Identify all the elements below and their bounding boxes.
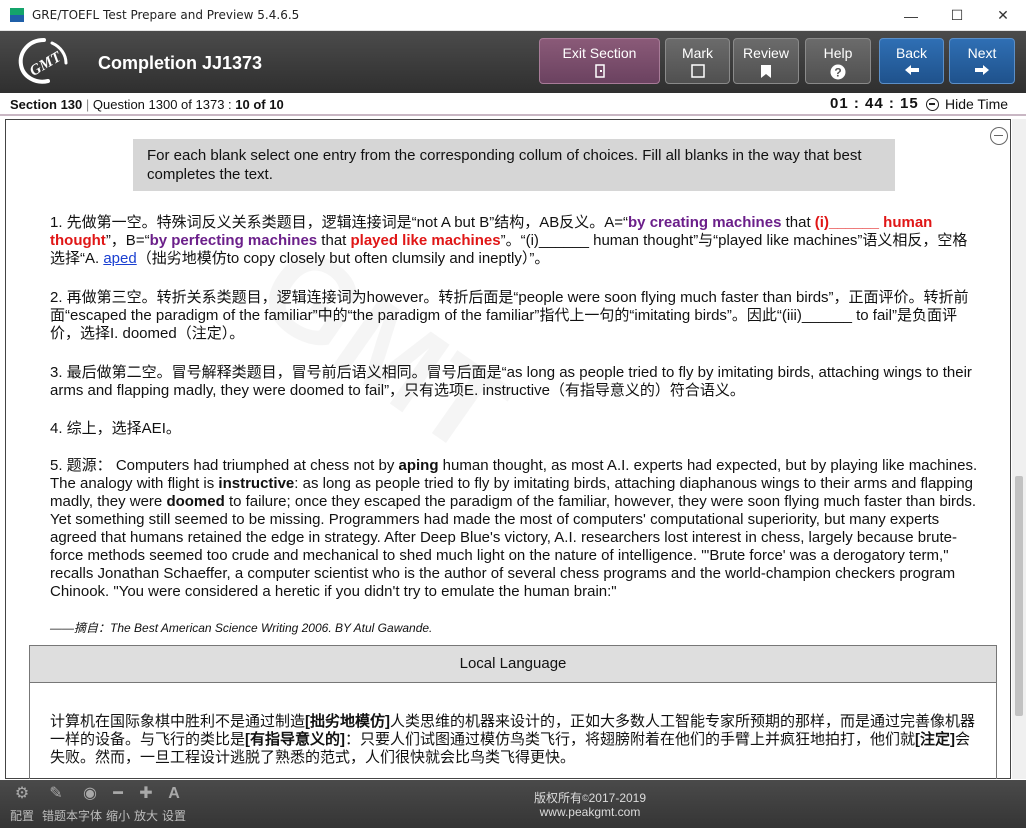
close-icon: ✕ (997, 7, 1009, 23)
arrow-left-icon (880, 64, 943, 80)
gear-icon: ⚙ (14, 785, 30, 802)
zoom-out-button[interactable]: ━ 缩小 (104, 784, 132, 824)
config-label: 配置 (9, 809, 34, 823)
back-label: Back (895, 45, 928, 61)
app-footer: ⚙ 配置 ✎ 错题本 ◉ 字体 ━ 缩小 ✚ 放大 A 设置 版权所有©2017… (0, 780, 1026, 828)
review-button[interactable]: Review (733, 38, 799, 84)
minimize-icon: — (904, 7, 918, 24)
section-number: Section 130 (10, 97, 83, 112)
minus-icon: ━ (113, 785, 123, 802)
exit-section-label: Exit Section (562, 45, 637, 61)
ll-bold-a: [拙劣地模仿] (305, 713, 391, 730)
plus-icon: ✚ (139, 785, 153, 802)
aped-link[interactable]: aped (103, 250, 136, 267)
vertical-scrollbar[interactable] (1012, 119, 1026, 779)
checkbox-icon (666, 64, 729, 80)
mistake-book-button[interactable]: ✎ 错题本 (42, 784, 79, 824)
font-button[interactable]: ◉ 字体 (76, 784, 104, 824)
website: www.peakgmt.com (539, 805, 641, 819)
edit-icon: ✎ (49, 785, 63, 802)
app-icon (10, 8, 24, 22)
mistake-book-label: 错题本 (42, 809, 79, 823)
door-icon (540, 64, 659, 80)
p1-text-c: ”，B=“ (105, 232, 150, 249)
ll-bold-b: [有指导意义的] (245, 731, 346, 748)
close-button[interactable]: ✕ (980, 0, 1026, 31)
collapse-icon[interactable] (990, 127, 1008, 145)
gmt-logo: GMT (14, 35, 74, 87)
hide-time-label: Hide Time (945, 96, 1009, 112)
quiz-title: Completion JJ1373 (98, 53, 263, 73)
settings-a-icon: A (168, 785, 180, 802)
minus-circle-icon (926, 97, 939, 111)
ll-text-c: ：只要人们试图通过模仿鸟类飞行，将翅膀附着在他们的手臂上并疯狂地拍打，他们就 (345, 731, 916, 748)
logo-text: GMT (27, 49, 65, 80)
app-header: GMT Completion JJ1373 Exit Section Mark … (0, 31, 1026, 93)
ll-text-a: 计算机在国际象棋中胜利不是通过制造 (50, 713, 306, 730)
p5-bold-aping: aping (398, 457, 439, 474)
maximize-icon: ☐ (950, 7, 964, 23)
maximize-button[interactable]: ☐ (934, 0, 980, 31)
review-label: Review (743, 45, 789, 61)
zoom-out-label: 缩小 (105, 809, 130, 823)
settings-label: 设置 (161, 809, 186, 823)
mark-label: Mark (681, 45, 714, 61)
source-citation: ——摘自：The Best American Science Writing 2… (50, 621, 433, 635)
exit-section-button[interactable]: Exit Section (539, 38, 660, 84)
next-label: Next (967, 45, 997, 61)
config-button[interactable]: ⚙ 配置 (8, 784, 36, 824)
window-titlebar: GRE/TOEFL Test Prepare and Preview 5.4.6… (0, 0, 1026, 31)
hide-time-button[interactable]: Hide Time (926, 96, 1008, 112)
p1-highlight-d: played like machines (350, 232, 501, 249)
p5-bold-doomed: doomed (166, 493, 225, 510)
bookmark-icon (734, 64, 798, 80)
explanation-paragraph-5: 5. 题源： Computers had triumphed at chess … (50, 457, 980, 601)
back-button[interactable]: Back (879, 38, 944, 84)
question-info: Question 1300 of 1373 : (92, 97, 236, 112)
settings-button[interactable]: A 设置 (160, 784, 188, 824)
section-info: Section 130 | Question 1300 of 1373 : 10… (10, 97, 284, 112)
p1-highlight-c: by perfecting machines (149, 232, 318, 249)
copyright-years: 2017-2019 (588, 791, 647, 805)
arrow-right-icon (950, 64, 1014, 80)
help-label: Help (823, 45, 853, 61)
help-button[interactable]: Help ? (805, 38, 871, 84)
question-icon: ? (806, 64, 870, 80)
scrollbar-thumb[interactable] (1015, 476, 1023, 716)
zoom-in-label: 放大 (133, 809, 158, 823)
window-title: GRE/TOEFL Test Prepare and Preview 5.4.6… (32, 8, 300, 22)
copyright-symbol: © (581, 793, 589, 803)
instructions-box: For each blank select one entry from the… (133, 139, 895, 191)
p5-text-a: 5. 题源： Computers had triumphed at chess … (50, 457, 399, 474)
copyright: 版权所有©2017-2019 www.peakgmt.com (520, 791, 660, 819)
next-button[interactable]: Next (949, 38, 1015, 84)
svg-text:?: ? (834, 66, 841, 80)
local-language-toggle[interactable]: Local Language (29, 645, 997, 683)
p1-text-f: （拙劣地模仿to copy closely but often clumsily… (136, 250, 550, 267)
zoom-in-button[interactable]: ✚ 放大 (132, 784, 160, 824)
explanation-paragraph-4: 4. 综上，选择AEI。 (50, 420, 181, 437)
p1-highlight-a: by creating machines (628, 214, 782, 231)
status-bar: Section 130 | Question 1300 of 1373 : 10… (0, 93, 1026, 116)
mark-button[interactable]: Mark (665, 38, 730, 84)
minimize-button[interactable]: — (888, 0, 934, 31)
font-icon: ◉ (83, 785, 97, 802)
ll-bold-c: [注定] (915, 731, 956, 748)
copyright-prefix: 版权所有 (533, 791, 582, 805)
p5-bold-instructive: instructive (218, 475, 295, 492)
local-language-text: 计算机在国际象棋中胜利不是通过制造[拙劣地模仿]人类思维的机器来设计的，正如大多… (50, 713, 980, 767)
question-progress: 10 of 10 (235, 97, 284, 112)
p1-text-b: that (781, 214, 815, 231)
font-label: 字体 (77, 809, 102, 823)
section-separator: | (82, 97, 93, 112)
explanation-paragraph-2: 2. 再做第三空。转折关系类题目，逻辑连接词为however。转折后面是“peo… (50, 289, 969, 342)
timer: 01 : 44 : 15 (830, 95, 919, 112)
explanation-paragraph-1: 1. 先做第一空。特殊词反义关系类题目，逻辑连接词是“not A but B”结… (50, 214, 980, 268)
p1-text-a: 1. 先做第一空。特殊词反义关系类题目，逻辑连接词是“not A but B”结… (50, 214, 629, 231)
p1-text-d: that (317, 232, 351, 249)
explanation-paragraph-3: 3. 最后做第二空。冒号解释类题目，冒号前后语义相同。冒号后面是“as long… (50, 364, 972, 399)
